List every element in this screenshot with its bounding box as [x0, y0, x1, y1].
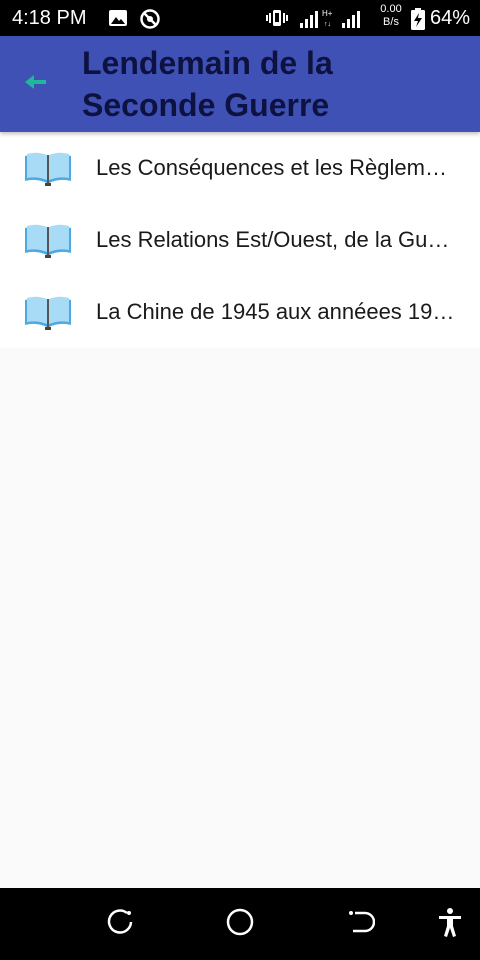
battery-percent: 64% — [430, 7, 471, 29]
list-item[interactable]: Les Relations Est/Ouest, de la Guerre Fr… — [0, 204, 480, 276]
app-screen: 4:18 PM H+ ↑↓ 0.00 B/s 64% Lendemain de … — [0, 0, 480, 960]
list-item[interactable]: Les Conséquences et les Règlements de la… — [0, 132, 480, 204]
network-speed-value: 0.00 — [380, 3, 402, 15]
accessibility-button[interactable] — [432, 906, 468, 942]
recent-apps-icon — [105, 907, 135, 942]
list-item[interactable]: La Chine de 1945 aux annéees 1990 — [0, 276, 480, 348]
list-item-label: Les Relations Est/Ouest, de la Guerre Fr… — [96, 227, 456, 252]
signal-hplus-icon: H+ ↑↓ — [298, 8, 336, 28]
svg-text:H+: H+ — [322, 9, 333, 18]
back-icon — [345, 907, 376, 942]
network-speed-unit: B/s — [383, 16, 399, 28]
list-item-label: La Chine de 1945 aux annéees 1990 — [96, 299, 456, 324]
sync-icon — [139, 8, 161, 29]
chapter-list: Les Conséquences et les Règlements de la… — [0, 132, 480, 348]
signal-icon — [340, 8, 364, 28]
accessibility-icon — [437, 907, 463, 942]
battery-charging-icon — [410, 8, 426, 30]
svg-text:↑↓: ↑↓ — [324, 21, 331, 28]
arrow-left-icon — [23, 72, 49, 97]
back-nav-button[interactable] — [342, 906, 378, 942]
image-icon — [108, 8, 128, 28]
open-book-icon — [22, 148, 74, 188]
toolbar: Lendemain de la Seconde Guerre — [0, 36, 480, 132]
open-book-icon — [22, 292, 74, 332]
recent-apps-button[interactable] — [102, 906, 138, 942]
network-speed: 0.00 B/s — [376, 3, 406, 29]
list-item-label: Les Conséquences et les Règlements de la… — [96, 155, 456, 180]
home-button[interactable] — [222, 906, 258, 942]
open-book-icon — [22, 220, 74, 260]
vibrate-icon — [266, 8, 288, 28]
back-button[interactable] — [14, 64, 58, 104]
navigation-bar — [0, 888, 480, 960]
status-time: 4:18 PM — [12, 7, 87, 29]
page-title: Lendemain de la Seconde Guerre — [82, 45, 333, 123]
home-icon — [225, 907, 255, 942]
status-bar: 4:18 PM H+ ↑↓ 0.00 B/s 64% — [0, 0, 480, 36]
